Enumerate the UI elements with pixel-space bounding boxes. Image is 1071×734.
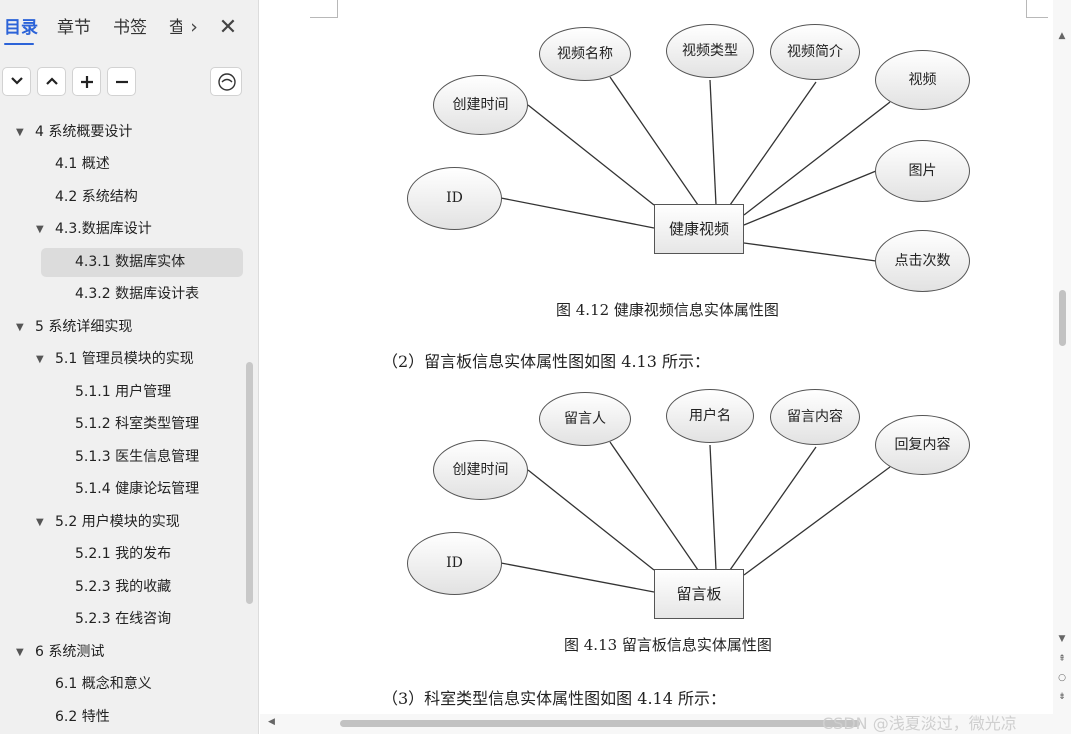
entity-box: 健康视频: [654, 204, 744, 254]
toc-item-selected[interactable]: 4.3.1 数据库实体: [41, 248, 243, 277]
toc-item-label: 5.1.1 用户管理: [75, 384, 172, 400]
toc-item-label: 5 系统详细实现: [35, 319, 133, 335]
sidebar-scrollbar[interactable]: [246, 362, 253, 604]
toc-item-label: 4.3.1 数据库实体: [75, 254, 186, 270]
active-tab-indicator: [4, 43, 34, 45]
attribute-ellipse: ID: [407, 532, 502, 595]
toc-item-label: 5.2.3 在线咨询: [75, 611, 172, 627]
remove-heading-button[interactable]: [107, 67, 136, 96]
add-heading-button[interactable]: [72, 67, 101, 96]
next-page-icon[interactable]: ⇟: [1057, 691, 1067, 703]
tab-bookmarks[interactable]: 书签: [113, 17, 147, 39]
tab-toc[interactable]: 目录: [4, 17, 38, 39]
toc-item[interactable]: 6.2 特性: [55, 703, 110, 732]
chevron-up-icon: [46, 77, 58, 85]
toc-item[interactable]: ▼ 4.3.数据库设计: [34, 215, 152, 244]
toc-item[interactable]: 5.2.3 在线咨询: [75, 605, 171, 634]
scroll-down-arrow-icon[interactable]: ▼: [1057, 633, 1067, 645]
toc-item[interactable]: 6.1 概念和意义: [55, 670, 152, 699]
toc-item[interactable]: 5.1.2 科室类型管理: [75, 410, 199, 439]
document-page: 视频名称 视频类型 视频简介 视频 创建时间 图片 ID 点击次数 健康视频 图…: [260, 0, 1053, 714]
toc-item-label: 4.2 系统结构: [55, 189, 138, 205]
caret-down-icon: ▼: [36, 354, 44, 365]
close-icon[interactable]: ✕: [216, 14, 240, 42]
attribute-ellipse: 视频: [875, 50, 970, 110]
attribute-ellipse: 视频类型: [666, 24, 754, 78]
toc-item[interactable]: ▼ 6 系统测试: [14, 638, 104, 667]
scrollbar-thumb[interactable]: [340, 720, 860, 727]
scrollbar-thumb[interactable]: [1059, 290, 1066, 346]
figure-caption: 图 4.12 健康视频信息实体属性图: [556, 301, 779, 319]
toc-item[interactable]: 5.1.4 健康论坛管理: [75, 475, 199, 504]
toc-item-label: 4.1 概述: [55, 156, 110, 172]
expand-all-button[interactable]: [2, 67, 31, 96]
toc-item[interactable]: 4.2 系统结构: [55, 183, 138, 212]
sidebar-tabbar: 目录 章节 书签 查 › ✕: [0, 0, 259, 58]
toc-item-label: 4 系统概要设计: [35, 124, 133, 140]
collapse-all-button[interactable]: [37, 67, 66, 96]
attribute-ellipse: 视频简介: [770, 24, 860, 80]
attribute-ellipse: 创建时间: [433, 75, 528, 135]
attribute-ellipse: 留言内容: [770, 389, 860, 445]
toc-item-label: 5.1.4 健康论坛管理: [75, 481, 200, 497]
watermark: CSDN @浅夏淡过，微光凉: [822, 714, 1017, 733]
toc-item[interactable]: ▼ 4 系统概要设计: [14, 118, 132, 147]
plus-icon: [81, 76, 93, 88]
page-select-icon[interactable]: ○: [1057, 672, 1067, 684]
toc-item-label: 5.1.2 科室类型管理: [75, 416, 200, 432]
toc-item[interactable]: 5.2.1 我的发布: [75, 540, 171, 569]
reading-mode-button[interactable]: [210, 67, 242, 96]
toc-item-label: 5.1 管理员模块的实现: [55, 351, 194, 367]
chevron-down-icon: [11, 77, 23, 85]
attribute-ellipse: 点击次数: [875, 230, 970, 292]
toc-item-label: 5.1.3 医生信息管理: [75, 449, 200, 465]
attribute-ellipse: 用户名: [666, 389, 754, 443]
attribute-ellipse: 创建时间: [433, 440, 528, 500]
toc-item-label: 6 系统测试: [35, 644, 105, 660]
entity-box: 留言板: [654, 569, 744, 619]
toc-item-label: 4.3.数据库设计: [55, 221, 152, 237]
toc-item[interactable]: ▼ 5 系统详细实现: [14, 313, 132, 342]
horizontal-scrollbar[interactable]: ◀ CSDN @浅夏淡过，微光凉: [260, 714, 1071, 734]
document-reader-window: 目录 章节 书签 查 › ✕ ▼ 4 系统概要设计 4.1 概述 4.2 系统结…: [0, 0, 1071, 734]
paragraph: （2）留言板信息实体属性图如图 4.13 所示：: [382, 352, 710, 371]
chevron-right-icon[interactable]: ›: [182, 14, 206, 42]
sidebar: 目录 章节 书签 查 › ✕ ▼ 4 系统概要设计 4.1 概述 4.2 系统结…: [0, 0, 259, 734]
previous-page-icon[interactable]: ⇞: [1057, 653, 1067, 665]
toc-item-label: 5.2.1 我的发布: [75, 546, 172, 562]
toc-item[interactable]: 5.2.3 我的收藏: [75, 573, 171, 602]
scroll-up-arrow-icon[interactable]: ▲: [1057, 30, 1067, 42]
toc-item-label: 4.3.2 数据库设计表: [75, 286, 200, 302]
minus-icon: [116, 80, 128, 84]
caret-down-icon: ▼: [16, 127, 24, 138]
toc-item-label: 5.2 用户模块的实现: [55, 514, 180, 530]
toc-item[interactable]: 4.3.2 数据库设计表: [75, 280, 199, 309]
scroll-left-arrow-icon[interactable]: ◀: [268, 717, 275, 727]
toc-item-label: 6.2 特性: [55, 709, 110, 725]
attribute-ellipse: ID: [407, 167, 502, 230]
eye-circle-icon: [218, 73, 236, 91]
tab-chapters[interactable]: 章节: [57, 17, 91, 39]
caret-down-icon: ▼: [16, 322, 24, 333]
toc-item[interactable]: ▼ 5.2 用户模块的实现: [34, 508, 180, 537]
attribute-ellipse: 回复内容: [875, 415, 970, 475]
caret-down-icon: ▼: [16, 647, 24, 658]
toc-item-label: 5.2.3 我的收藏: [75, 579, 172, 595]
toc-item[interactable]: 5.1.1 用户管理: [75, 378, 171, 407]
caret-down-icon: ▼: [36, 224, 44, 235]
caret-down-icon: ▼: [36, 517, 44, 528]
attribute-ellipse: 图片: [875, 140, 970, 202]
toc-item[interactable]: 4.1 概述: [55, 150, 110, 179]
attribute-ellipse: 留言人: [539, 392, 631, 446]
toc-item[interactable]: ▼ 5.1 管理员模块的实现: [34, 345, 194, 374]
paragraph: （3）科室类型信息实体属性图如图 4.14 所示：: [382, 689, 726, 708]
vertical-scrollbar[interactable]: ▲ ▼ ⇞ ○ ⇟: [1053, 0, 1071, 714]
toc-item[interactable]: 5.1.3 医生信息管理: [75, 443, 199, 472]
figure-caption: 图 4.13 留言板信息实体属性图: [564, 636, 772, 654]
attribute-ellipse: 视频名称: [539, 27, 631, 81]
toc-item-label: 6.1 概念和意义: [55, 676, 152, 692]
